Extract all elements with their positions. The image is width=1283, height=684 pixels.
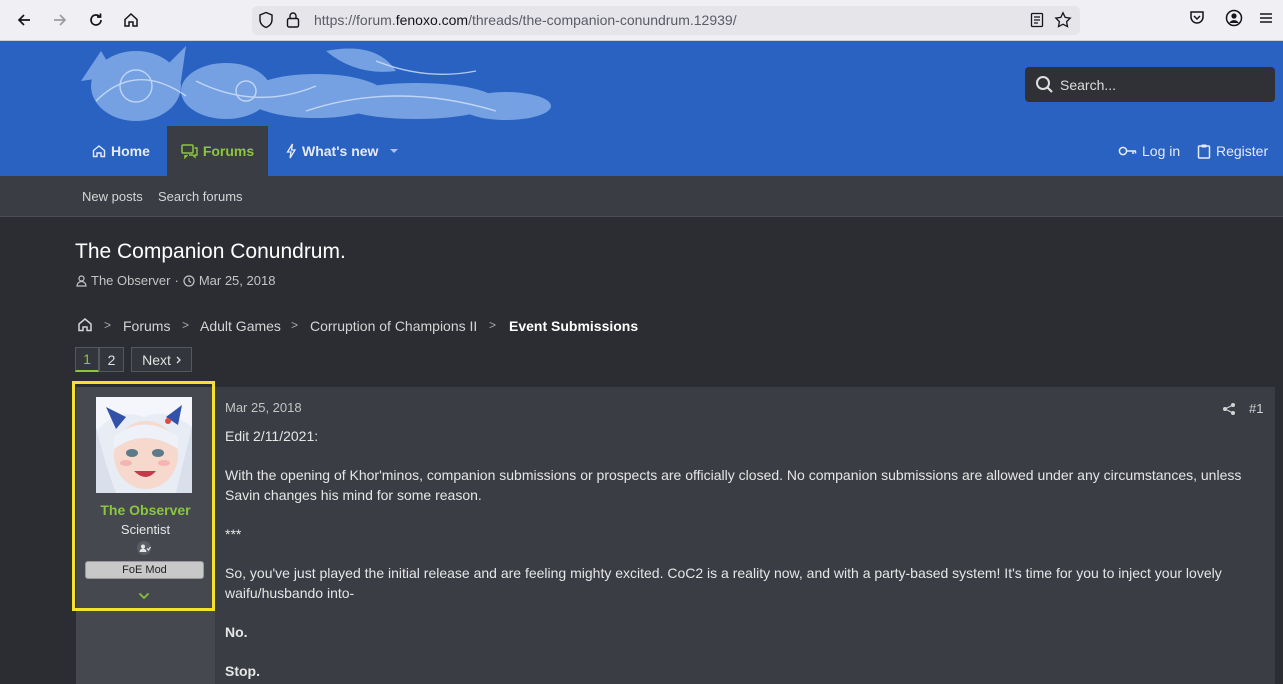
post-body: Edit 2/11/2021: With the opening of Khor…: [225, 426, 1265, 684]
url-path: /threads/the-companion-conundrum.12939/: [468, 12, 737, 28]
sub-nav: New posts Search forums: [0, 176, 1283, 217]
nav-tab-home[interactable]: Home: [80, 126, 162, 176]
url-text: https://forum.fenoxo.com/threads/the-com…: [314, 12, 737, 28]
thread-meta: The Observer · Mar 25, 2018: [76, 273, 275, 288]
shield-icon[interactable]: [258, 11, 274, 29]
breadcrumb-separator: >: [291, 318, 299, 332]
breadcrumb-coc2[interactable]: Corruption of Champions II: [310, 318, 477, 334]
post-paragraph: So, you've just played the initial relea…: [225, 565, 1222, 601]
post-number-link[interactable]: #1: [1249, 401, 1263, 416]
next-page-button[interactable]: Next: [131, 347, 192, 372]
page-title: The Companion Conundrum.: [75, 240, 346, 263]
bolt-icon: [286, 143, 297, 159]
address-bar[interactable]: https://forum.fenoxo.com/threads/the-com…: [252, 6, 1080, 35]
page-number: 1: [83, 351, 91, 367]
forward-arrow-icon: [54, 14, 67, 26]
nav-tab-forums[interactable]: Forums: [167, 126, 268, 176]
reload-button[interactable]: [84, 8, 108, 32]
post-paragraph-bold: No.: [225, 624, 248, 640]
meta-separator: ·: [174, 273, 179, 288]
back-button[interactable]: [12, 8, 36, 32]
thread-date[interactable]: Mar 25, 2018: [199, 273, 276, 288]
caret-down-icon[interactable]: [389, 148, 399, 154]
menu-icon[interactable]: [1257, 9, 1275, 27]
site-logo-art[interactable]: [76, 41, 556, 123]
bookmark-star-icon[interactable]: [1054, 11, 1072, 29]
register-link[interactable]: Register: [1196, 126, 1268, 176]
breadcrumb-event-submissions[interactable]: Event Submissions: [509, 318, 638, 334]
page-number: 2: [107, 351, 116, 368]
post-date[interactable]: Mar 25, 2018: [225, 400, 302, 415]
reader-view-icon[interactable]: [1030, 12, 1044, 28]
share-icon[interactable]: [1222, 402, 1236, 416]
key-icon: [1118, 146, 1137, 156]
breadcrumb-home-icon[interactable]: [77, 317, 93, 332]
search-forums-link[interactable]: Search forums: [158, 189, 243, 204]
post-paragraph: ***: [225, 526, 242, 542]
user-cell-highlight: [72, 381, 215, 611]
register-label: Register: [1216, 143, 1269, 159]
user-icon: [76, 274, 87, 287]
breadcrumb-separator: >: [182, 318, 190, 332]
page-button-2[interactable]: 2: [99, 347, 124, 372]
login-label: Log in: [1142, 143, 1181, 159]
account-icon[interactable]: [1225, 9, 1243, 27]
next-label: Next: [142, 351, 171, 368]
breadcrumb-forums[interactable]: Forums: [123, 318, 170, 334]
post-paragraph: Edit 2/11/2021:: [225, 428, 319, 444]
breadcrumb-separator: >: [104, 318, 112, 332]
url-prefix: https://forum.: [314, 12, 396, 28]
clock-icon: [183, 274, 195, 287]
nav-home-label: Home: [111, 143, 150, 159]
breadcrumb-separator: >: [489, 318, 497, 332]
breadcrumb-adult-games[interactable]: Adult Games: [200, 318, 281, 334]
thread-author-link[interactable]: The Observer: [91, 273, 170, 288]
chat-bubbles-icon: [181, 143, 198, 159]
back-arrow-icon: [17, 14, 30, 26]
nav-tab-whats-new[interactable]: What's new: [285, 126, 378, 176]
url-host: fenoxo.com: [395, 12, 469, 28]
browser-toolbar: https://forum.fenoxo.com/threads/the-com…: [0, 0, 1283, 41]
nav-whats-new-label: What's new: [302, 143, 379, 159]
clipboard-icon: [1197, 144, 1211, 159]
home-browser-button[interactable]: [119, 8, 143, 32]
main-nav: Home Forums What's new Log in Register: [0, 126, 1283, 176]
pocket-icon[interactable]: [1188, 9, 1206, 27]
search-input[interactable]: Search...: [1025, 67, 1275, 102]
post-paragraph: With the opening of Khor'minos, companio…: [225, 467, 1242, 503]
new-posts-link[interactable]: New posts: [82, 189, 143, 204]
search-placeholder: Search...: [1060, 77, 1117, 93]
reload-icon: [90, 13, 102, 26]
chevron-right-icon: [176, 356, 181, 363]
home-icon: [124, 12, 138, 27]
home-icon: [92, 145, 106, 158]
forward-button[interactable]: [48, 8, 72, 32]
lock-icon[interactable]: [285, 11, 301, 29]
site-header: Search... Home Forums What's new Log in …: [0, 41, 1283, 176]
post-paragraph-bold: Stop.: [225, 663, 260, 679]
search-icon: [1036, 76, 1053, 93]
page-button-1[interactable]: 1: [75, 347, 99, 372]
login-link[interactable]: Log in: [1118, 126, 1180, 176]
nav-forums-label: Forums: [202, 143, 255, 159]
